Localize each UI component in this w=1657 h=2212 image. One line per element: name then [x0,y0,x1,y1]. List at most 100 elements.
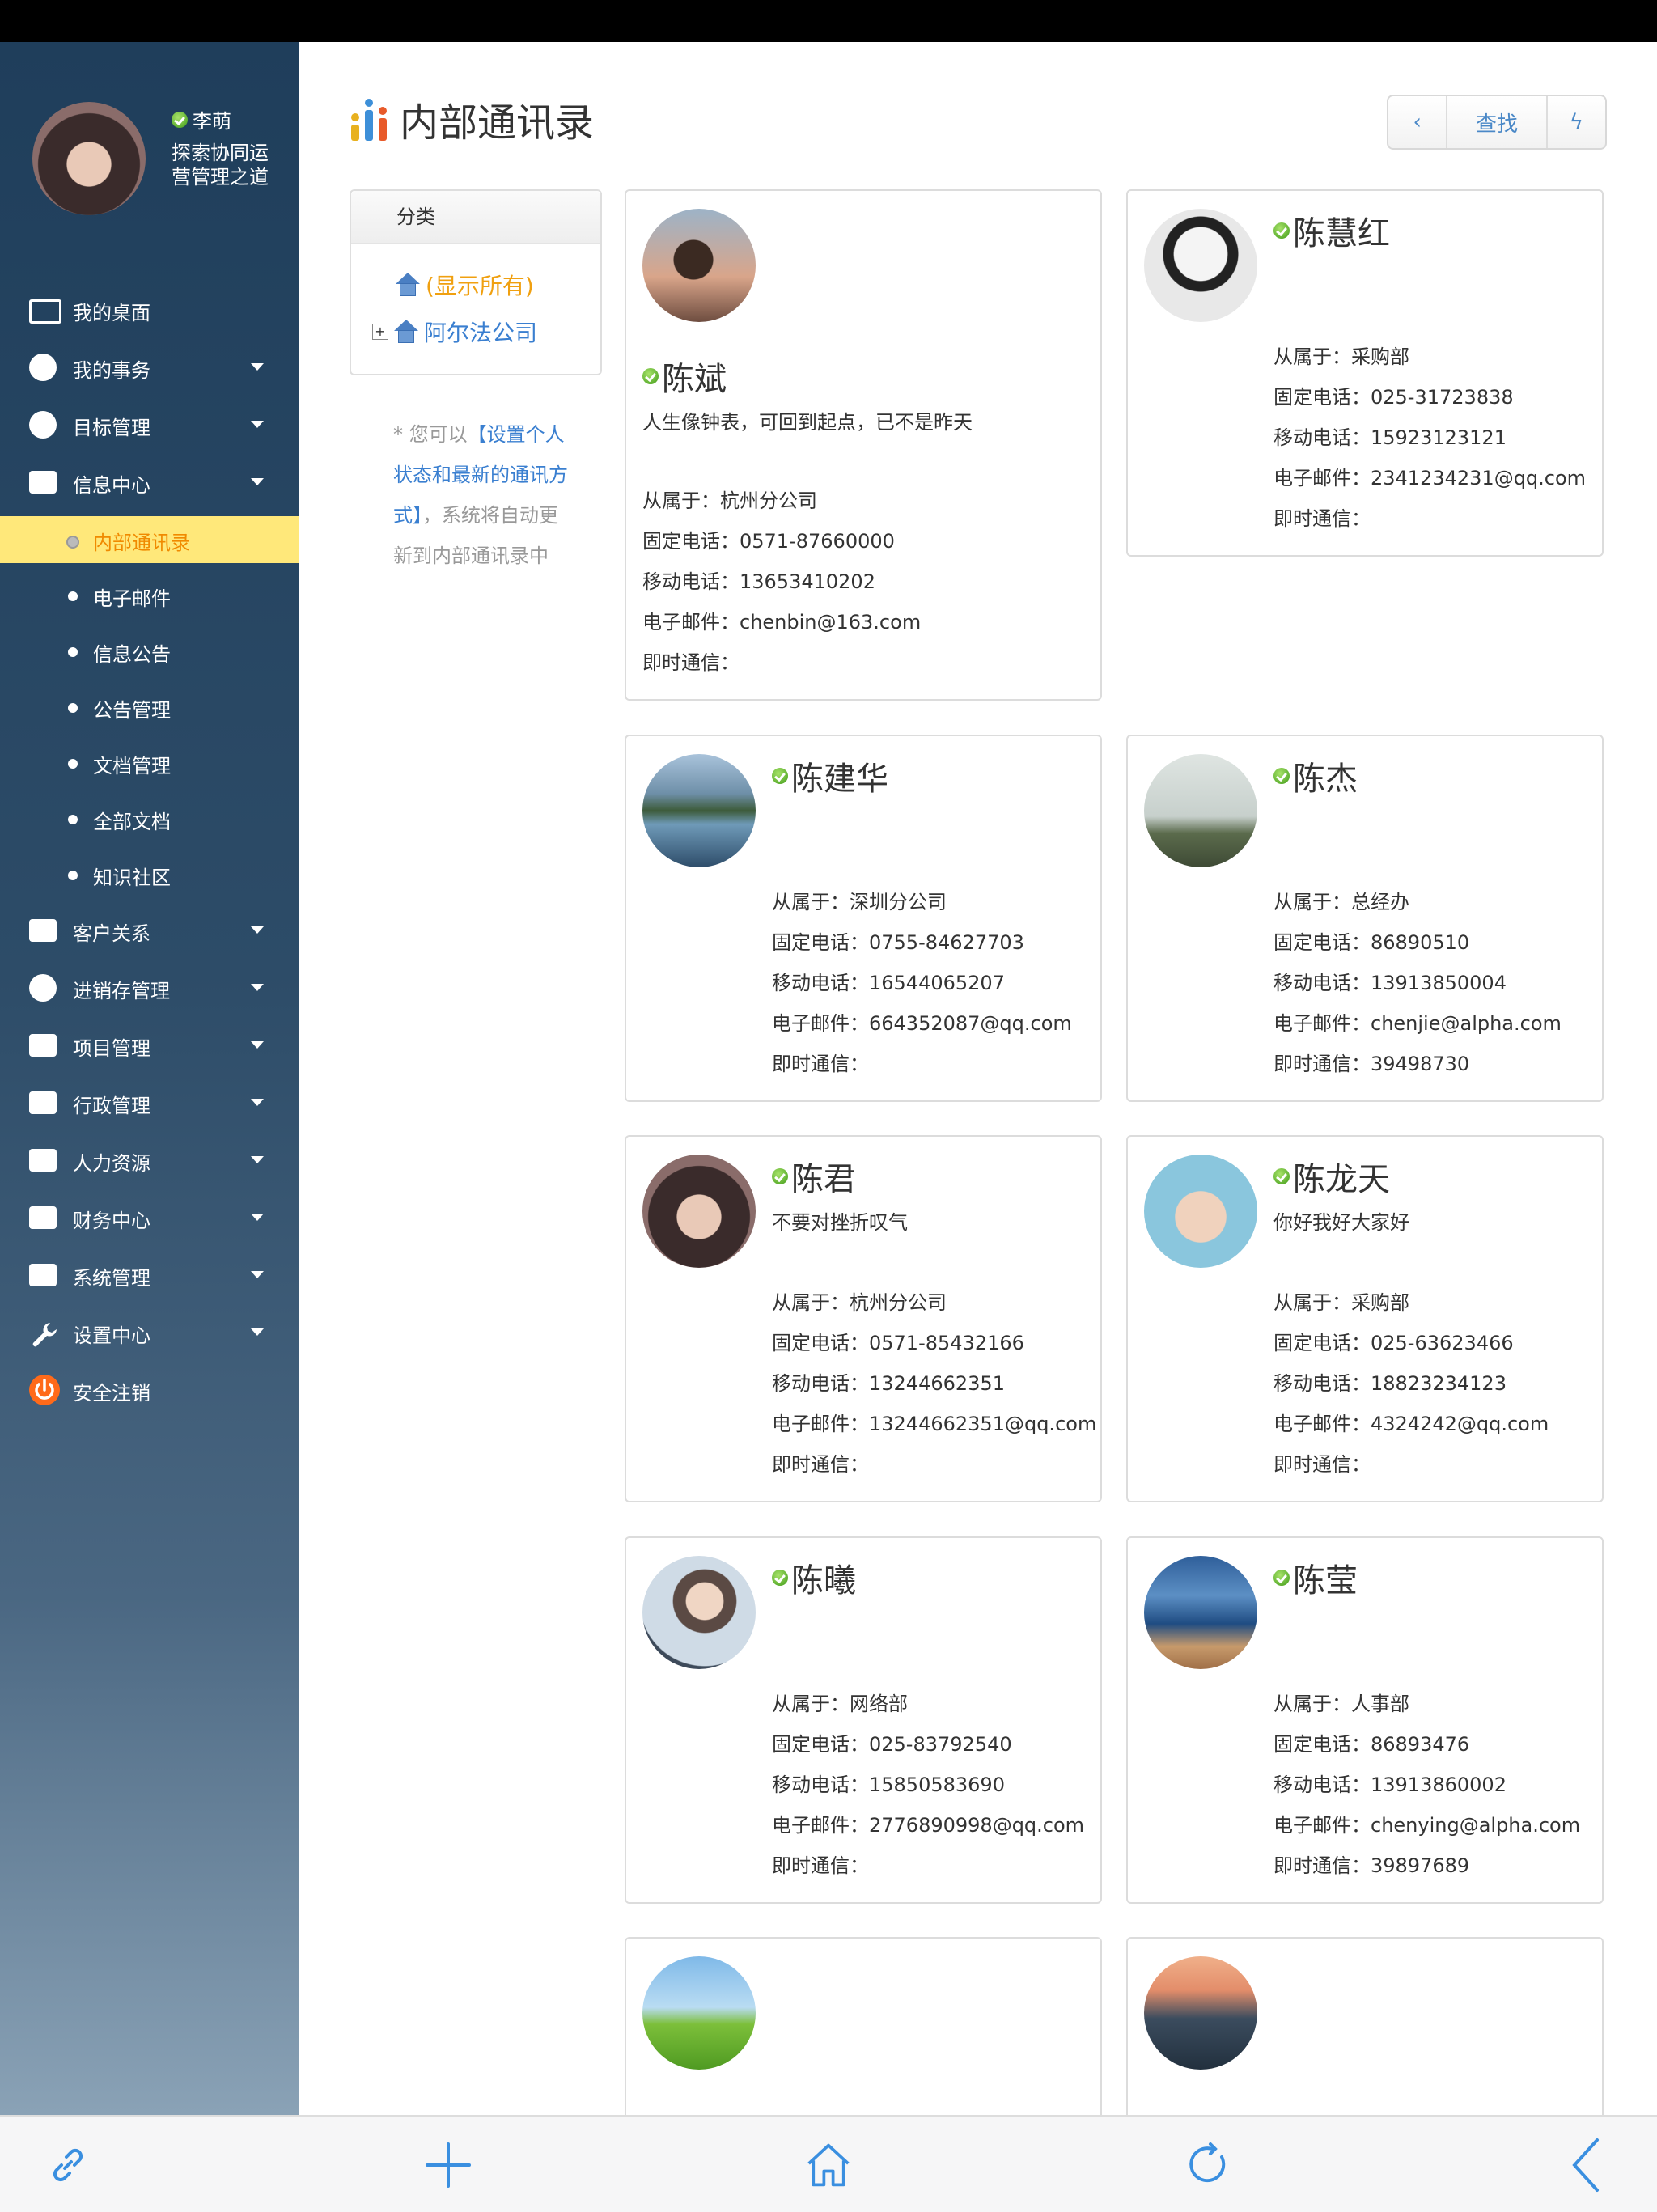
tel-value[interactable]: 0571-85432166 [869,1332,1024,1354]
refresh-button[interactable] [1184,2141,1233,2189]
nav-announcements[interactable]: 信息公告 [0,628,299,675]
nav-label: 系统管理 [73,1267,150,1290]
back-button[interactable]: ‹ [1388,96,1448,148]
nav-inventory[interactable]: 进销存管理 [0,964,299,1011]
dept-label: 从属于： [1273,1693,1351,1715]
email-value[interactable]: chenbin@163.com [740,611,921,634]
contact-avatar[interactable] [1144,754,1257,867]
tel-value[interactable]: 0571-87660000 [740,530,895,553]
mobile-value[interactable]: 13244662351 [869,1372,1005,1395]
wrench-icon [29,1320,61,1347]
email-value[interactable]: chenjie@alpha.com [1371,1012,1562,1035]
contact-avatar[interactable] [642,1155,756,1268]
refresh-icon [1189,2142,1226,2183]
contact-avatar[interactable] [1144,1155,1257,1268]
contact-avatar[interactable] [1144,209,1257,322]
nav-desktop[interactable]: 我的桌面 [0,286,299,333]
expand-icon[interactable]: + [372,324,388,340]
category-show-all[interactable]: (显示所有) [395,269,534,301]
contact-avatar[interactable] [642,754,756,867]
nav-email[interactable]: 电子邮件 [0,572,299,619]
mobile-value[interactable]: 18823234123 [1371,1372,1507,1395]
header-toolbar: ‹ 查找 ϟ [1387,95,1607,150]
tel-value[interactable]: 0755-84627703 [869,931,1024,954]
nav-knowledge-community[interactable]: 知识社区 [0,851,299,898]
back-button-bottom[interactable] [1562,2138,1610,2192]
mobile-value[interactable]: 15850583690 [869,1773,1005,1796]
mobile-value[interactable]: 15923123121 [1371,426,1507,449]
contact-card[interactable]: 陈建华 从属于：深圳分公司 固定电话：0755-84627703 移动电话：16… [625,735,1102,1102]
mobile-value[interactable]: 13913850004 [1371,972,1507,994]
category-company[interactable]: + 阿尔法公司 [372,316,537,348]
im-value: 39498730 [1371,1053,1470,1075]
add-button[interactable] [424,2141,473,2189]
nav-goal-management[interactable]: 目标管理 [0,401,299,448]
nav-label: 知识社区 [93,867,171,889]
nav-system-management[interactable]: 系统管理 [0,1252,299,1299]
email-value[interactable]: chenying@alpha.com [1371,1814,1580,1837]
contact-avatar[interactable] [1144,1556,1257,1669]
contact-card[interactable]: 陈莹 从属于：人事部 固定电话：86893476 移动电话：1391386000… [1126,1536,1604,1904]
contact-dept-row: 从属于：总经办 [1273,882,1562,922]
contact-card[interactable]: 陈曦 从属于：网络部 固定电话：025-83792540 移动电话：158505… [625,1536,1102,1904]
nav-human-resources[interactable]: 人力资源 [0,1137,299,1184]
nav-finance[interactable]: 财务中心 [0,1194,299,1241]
contact-name-row: 陈龙天 [1273,1153,1390,1200]
search-button[interactable]: 查找 [1447,96,1548,148]
nav-project-management[interactable]: 项目管理 [0,1022,299,1069]
contact-avatar[interactable] [642,1556,756,1669]
online-status-icon [1273,222,1290,239]
contact-email-row: 电子邮件：2776890998@qq.com [772,1805,1084,1845]
mobile-value[interactable]: 16544065207 [869,972,1005,994]
mobile-value[interactable]: 13913860002 [1371,1773,1507,1796]
email-value[interactable]: 664352087@qq.com [869,1012,1072,1035]
nav-logout[interactable]: 安全注销 [0,1367,299,1413]
mobile-label: 移动电话： [1273,972,1371,994]
chevron-down-icon [251,1271,264,1278]
nav-label: 目标管理 [73,417,150,439]
tel-value[interactable]: 86893476 [1371,1733,1469,1756]
category-panel: 分类 (显示所有) + 阿尔法公司 [350,189,602,375]
contact-avatar[interactable] [1144,1956,1257,2070]
nav-administration[interactable]: 行政管理 [0,1079,299,1126]
nav-info-center[interactable]: 信息中心 [0,459,299,506]
home-button[interactable] [804,2141,853,2189]
email-value[interactable]: 2776890998@qq.com [869,1814,1084,1837]
contact-info: 从属于：总经办 固定电话：86890510 移动电话：13913850004 电… [1273,882,1562,1084]
bullet-icon [68,647,78,657]
contact-name-row: 陈斌 [642,353,727,400]
nav-customer-relations[interactable]: 客户关系 [0,907,299,954]
nav-announcement-management[interactable]: 公告管理 [0,684,299,731]
nav-document-management[interactable]: 文档管理 [0,739,299,786]
contact-name: 陈莹 [1293,1562,1358,1600]
email-value[interactable]: 13244662351@qq.com [869,1413,1096,1435]
nav-all-documents[interactable]: 全部文档 [0,795,299,842]
nav-internal-directory[interactable]: 内部通讯录 [0,516,299,563]
email-value[interactable]: 4324242@qq.com [1371,1413,1549,1435]
nav-settings[interactable]: 设置中心 [0,1309,299,1356]
tel-value[interactable]: 86890510 [1371,931,1469,954]
contact-email-row: 电子邮件：13244662351@qq.com [772,1404,1096,1444]
hint-prefix: * 您可以 [393,423,468,446]
flash-button[interactable]: ϟ [1548,96,1605,148]
nav-label: 内部通讯录 [93,532,190,554]
contact-card[interactable]: 陈斌 人生像钟表，可回到起点，已不是昨天 从属于：杭州分公司 固定电话：0571… [625,189,1102,701]
home-icon [807,2143,850,2187]
nav-my-affairs[interactable]: 我的事务 [0,344,299,391]
contact-card[interactable]: 陈君 不要对挫折叹气 从属于：杭州分公司 固定电话：0571-85432166 … [625,1135,1102,1502]
tel-value[interactable]: 025-31723838 [1371,386,1514,409]
user-avatar[interactable] [32,102,146,215]
tel-value[interactable]: 025-63623466 [1371,1332,1514,1354]
contact-card[interactable]: 陈慧红 从属于：采购部 固定电话：025-31723838 移动电话：15923… [1126,189,1604,557]
tel-value[interactable]: 025-83792540 [869,1733,1012,1756]
link-button[interactable] [44,2141,92,2189]
contact-avatar[interactable] [642,1956,756,2070]
contact-name: 陈斌 [662,361,727,398]
contact-avatar[interactable] [642,209,756,322]
contact-card[interactable]: 陈杰 从属于：总经办 固定电话：86890510 移动电话：1391385000… [1126,735,1604,1102]
email-value[interactable]: 2341234231@qq.com [1371,467,1586,489]
email-label: 电子邮件： [772,1413,869,1435]
contact-card[interactable]: 陈龙天 你好我好大家好 从属于：采购部 固定电话：025-63623466 移动… [1126,1135,1604,1502]
contact-mobile-row: 移动电话：15850583690 [772,1765,1084,1805]
mobile-value[interactable]: 13653410202 [740,570,875,593]
